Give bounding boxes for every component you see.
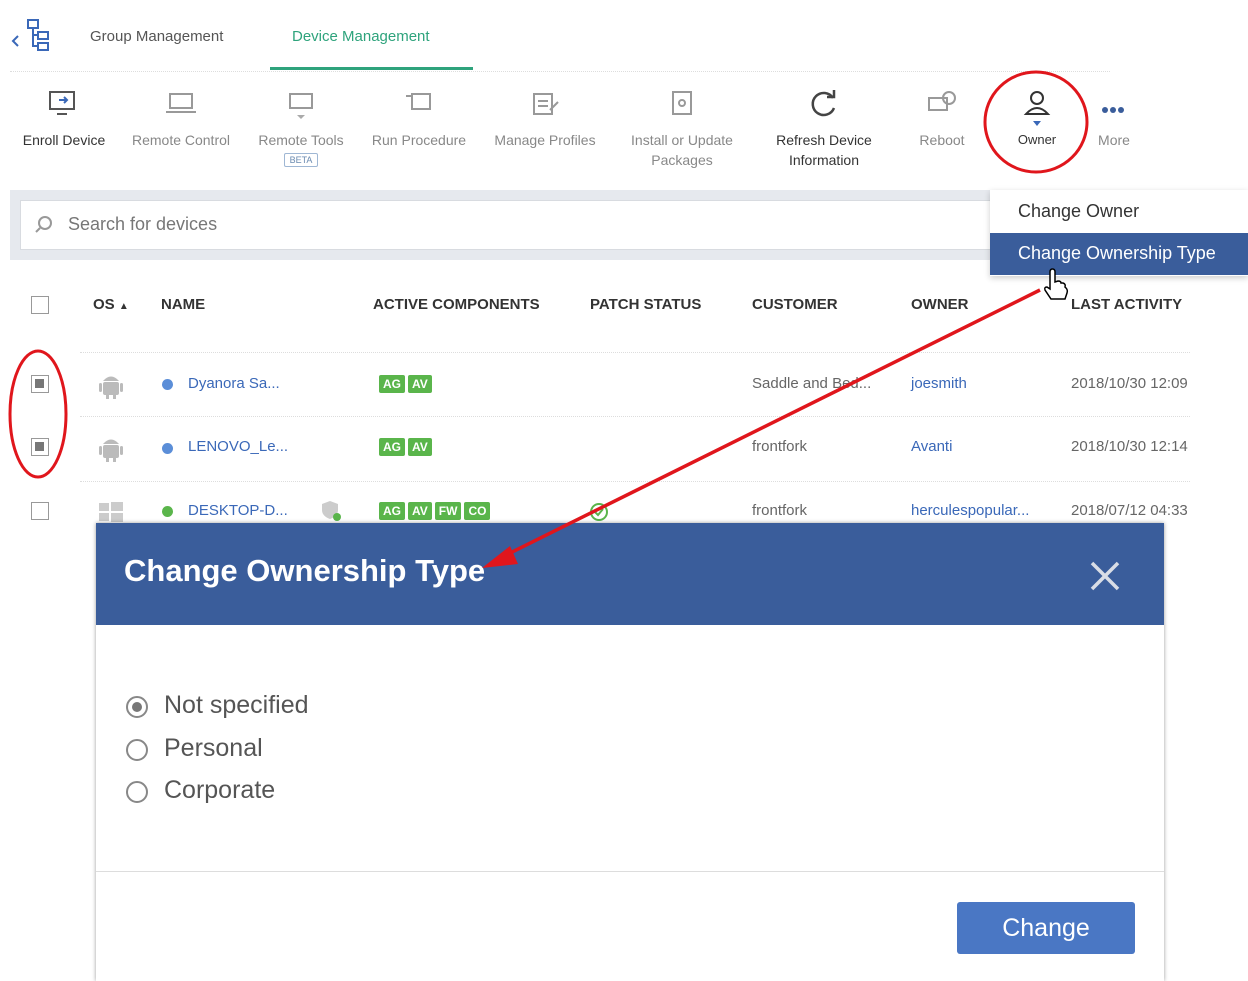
owner-highlight-circle: [983, 70, 1089, 174]
annotation-arrowhead: [482, 546, 518, 568]
annotation-arrow: [501, 288, 1041, 559]
checkbox-highlight-ellipse: [8, 349, 68, 479]
annotation-overlay: [8, 70, 1089, 568]
